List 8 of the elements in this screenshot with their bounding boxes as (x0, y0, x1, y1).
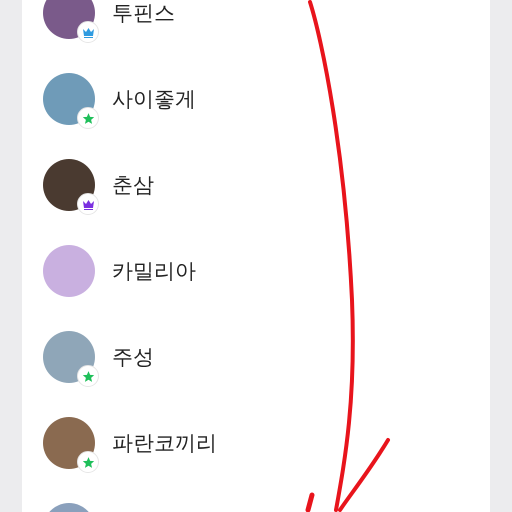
avatar-photo-placeholder[interactable] (43, 417, 95, 469)
friend-name[interactable]: 파란코끼리 (112, 432, 217, 454)
friend-name[interactable]: 카밀리아 (112, 260, 196, 282)
friend-name[interactable]: 사이좋게 (112, 88, 196, 110)
friend-name[interactable]: 투핀스 (112, 2, 175, 24)
friend-name[interactable]: 춘삼 (112, 174, 154, 196)
avatar-photo-placeholder[interactable] (43, 159, 95, 211)
friend-name[interactable]: 주성 (112, 346, 154, 368)
